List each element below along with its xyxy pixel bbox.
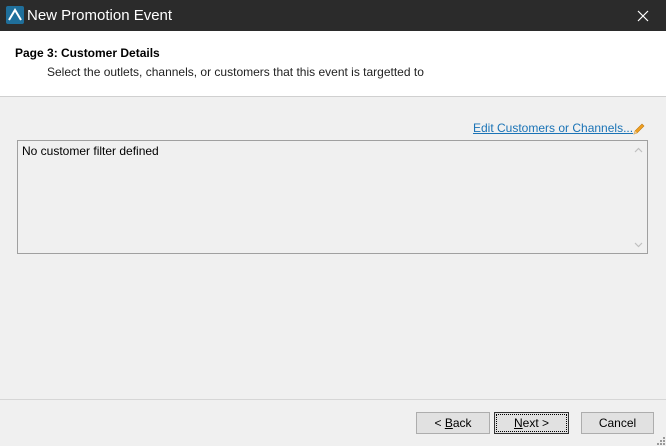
footer-divider [0,399,666,400]
window-title: New Promotion Event [27,7,173,24]
cancel-label: Cancel [598,416,637,430]
dialog-window: New Promotion Event Page 3: Customer Det… [0,0,666,446]
back-button[interactable]: < Back [416,412,490,434]
pencil-icon[interactable] [631,121,647,137]
chevron-down-icon [634,242,643,247]
back-mnemonic: B [444,416,453,430]
next-mnemonic: N [513,416,523,430]
back-prefix: < [434,416,445,430]
app-logo-icon [6,6,24,24]
close-icon [637,10,649,21]
vertical-scrollbar[interactable] [630,141,647,253]
page-title: Page 3: Customer Details [15,46,160,60]
filter-status-text: No customer filter defined [22,144,159,158]
title-bar[interactable]: New Promotion Event [0,0,666,31]
scroll-down-button[interactable] [630,236,647,253]
scroll-up-button[interactable] [630,141,647,158]
back-rest: ack [452,416,472,430]
page-subtitle: Select the outlets, channels, or custome… [47,65,424,79]
edit-customers-link[interactable]: Edit Customers or Channels... [473,121,633,135]
close-button[interactable] [620,0,666,31]
cancel-button[interactable]: Cancel [581,412,654,434]
wizard-header: Page 3: Customer Details Select the outl… [0,31,666,97]
next-rest: ext > [522,416,550,430]
next-button[interactable]: Next > [494,412,569,434]
chevron-up-icon [634,147,643,152]
customer-filter-box[interactable]: No customer filter defined [17,140,648,254]
resize-grip-icon[interactable] [654,434,666,446]
